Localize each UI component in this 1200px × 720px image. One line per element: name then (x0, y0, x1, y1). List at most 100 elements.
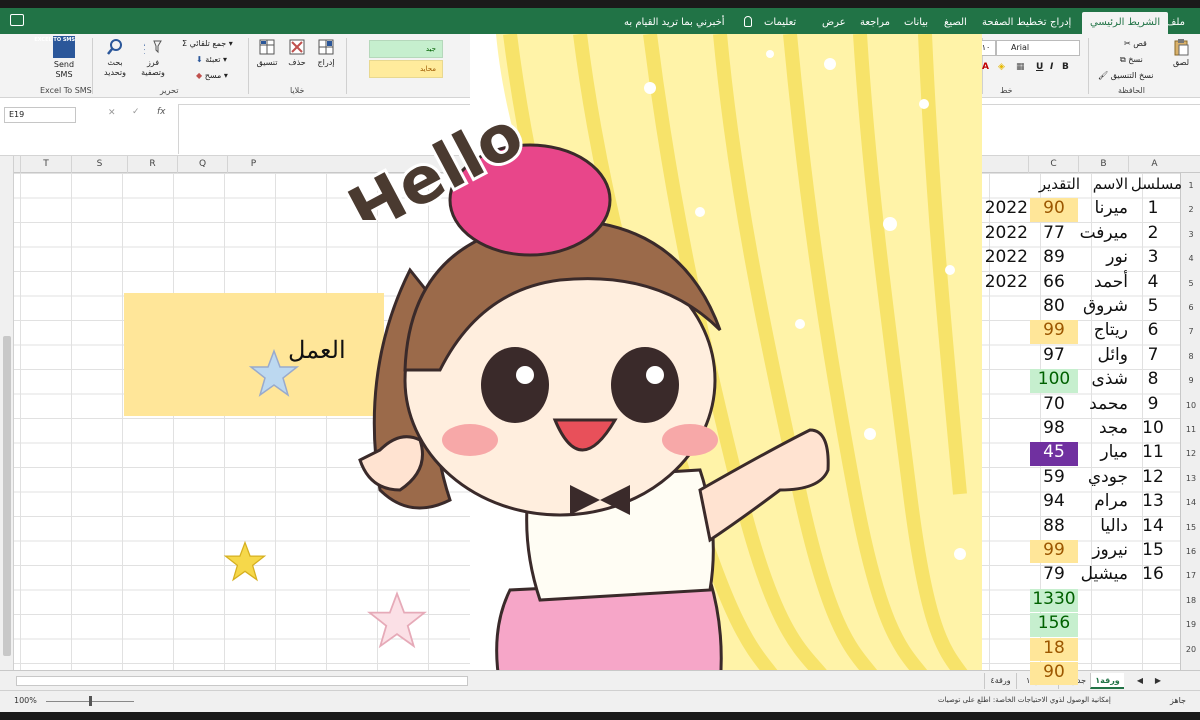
sort-filter-button[interactable]: AZ فرز وتصفية (136, 38, 170, 78)
enter-icon[interactable]: ✓ (132, 107, 140, 117)
row-number[interactable]: 13 (1181, 474, 1200, 483)
sheet-tab[interactable]: ورقة٤ (984, 673, 1016, 689)
grade-cell: 80 (1043, 296, 1065, 316)
cancel-icon[interactable]: ✕ (108, 108, 116, 118)
name-cell: ميرنا (1094, 198, 1128, 219)
comments-icon[interactable] (10, 14, 24, 26)
row-number[interactable]: 15 (1181, 523, 1200, 532)
row-number[interactable]: 9 (1181, 376, 1200, 385)
tab-file[interactable]: ملف (1166, 12, 1185, 34)
tab-data[interactable]: بيانات (904, 12, 928, 34)
column-header[interactable]: C (1028, 156, 1078, 173)
row-number[interactable]: 17 (1181, 571, 1200, 580)
serial-cell: 5 (1147, 296, 1159, 316)
column-header[interactable]: T (20, 156, 71, 173)
serial-cell: 1 (1147, 198, 1159, 219)
grade-cell: 99 (1043, 540, 1065, 560)
column-header[interactable]: B (1078, 156, 1128, 173)
accessibility-status[interactable]: إمكانية الوصول لذوي الاحتياجات الخاصة: ا… (938, 696, 1111, 704)
find-select-button[interactable]: بحث وتحديد (98, 38, 132, 78)
row-number[interactable]: 10 (1181, 401, 1200, 410)
yellow-star-icon (223, 540, 267, 582)
italic-button[interactable]: I (1050, 62, 1053, 72)
fill-color-icon[interactable]: ◈ (998, 62, 1005, 72)
row-number[interactable]: 7 (1181, 327, 1200, 336)
zoom-slider-thumb[interactable] (89, 696, 92, 706)
fill-button[interactable]: ▾ تعبئة ⬇ (196, 54, 227, 65)
row-number[interactable]: 4 (1181, 254, 1200, 263)
row-number[interactable]: 8 (1181, 352, 1200, 361)
clipboard-group-label: الحافظة (1118, 86, 1145, 95)
paste-button[interactable]: لصق (1166, 38, 1196, 68)
divider (92, 38, 93, 94)
row-number[interactable]: 19 (1181, 620, 1200, 629)
font-name-box[interactable]: Arial (996, 40, 1080, 56)
horizontal-scrollbar[interactable] (16, 676, 468, 686)
row-number[interactable]: 1 (1181, 181, 1200, 190)
tab-home[interactable]: الشريط الرئيسي (1082, 12, 1169, 34)
row-number[interactable]: 2 (1181, 205, 1200, 214)
autosum-button[interactable]: ▾ جمع تلقائي Σ (182, 38, 233, 49)
sms-group-label: Excel To SMS (40, 86, 92, 95)
insert-function-icon[interactable]: fx (157, 107, 166, 117)
blue-star-icon (248, 348, 300, 397)
tell-me-box[interactable]: أخبرني بما تريد القيام به (624, 12, 725, 34)
tab-formulas[interactable]: الصيغ (944, 12, 967, 34)
brush-icon: 🖌 (1098, 71, 1109, 80)
column-header[interactable]: P (227, 156, 279, 173)
row-number[interactable]: 11 (1181, 425, 1200, 434)
fill-down-icon: ⬇ (196, 55, 203, 64)
paste-label: لصق (1172, 58, 1190, 67)
column-header[interactable]: S (71, 156, 127, 173)
fill-label: تعبئة (205, 55, 221, 64)
copy-button[interactable]: نسخ ⧉ (1120, 54, 1143, 65)
tab-help[interactable]: تعليمات (764, 12, 796, 34)
hello-text: Hello (337, 98, 535, 220)
row-number[interactable]: 16 (1181, 547, 1200, 556)
tab-insert[interactable]: إدراج (1050, 12, 1071, 34)
underline-button[interactable]: U (1036, 62, 1043, 72)
editing-group-label: تحرير (160, 86, 179, 95)
clear-button[interactable]: ▾ مسح ◆ (196, 70, 228, 81)
format-cells-button[interactable]: تنسيق (252, 38, 282, 68)
delete-cells-button[interactable]: حذف (284, 38, 310, 68)
vertical-scrollbar[interactable] (0, 156, 14, 670)
status-bar: جاهز إمكانية الوصول لذوي الاحتياجات الخا… (0, 690, 1200, 712)
bold-button[interactable]: B (1062, 62, 1069, 72)
tab-view[interactable]: عرض (822, 12, 846, 34)
column-header[interactable]: A (1128, 156, 1180, 173)
tab-page-layout[interactable]: تخطيط الصفحة (982, 12, 1047, 34)
grade-cell: 77 (1043, 222, 1065, 243)
name-cell: شروق (1082, 296, 1128, 316)
column-header[interactable]: R (127, 156, 177, 173)
font-color-icon[interactable]: A (982, 62, 989, 72)
format-painter-button[interactable]: نسخ التنسيق 🖌 (1098, 70, 1153, 81)
row-number[interactable]: 6 (1181, 303, 1200, 312)
column-header[interactable]: Q (177, 156, 227, 173)
sheet-tab-active[interactable]: ورقة١ (1090, 673, 1124, 689)
row-number[interactable]: 20 (1181, 645, 1200, 654)
tab-review[interactable]: مراجعة (860, 12, 890, 34)
borders-icon[interactable]: ▦ (1016, 62, 1025, 72)
font-group-label: خط (1000, 86, 1013, 95)
row-number[interactable]: 18 (1181, 596, 1200, 605)
scrollbar-thumb[interactable] (3, 336, 11, 656)
delete-label: حذف (288, 58, 306, 67)
row-number[interactable]: 5 (1181, 279, 1200, 288)
cut-button[interactable]: قص ✂ (1124, 38, 1147, 49)
year-cell: 2022 (984, 271, 1028, 292)
divider (1088, 38, 1089, 94)
zoom-level[interactable]: 100% (14, 696, 37, 705)
name-cell: ميرفت (1079, 222, 1128, 243)
name-cell: داليا (1100, 515, 1128, 536)
tab-scroll-left-icon[interactable]: ◀ (1132, 673, 1148, 689)
name-box[interactable]: E19 (4, 107, 76, 123)
serial-cell: 6 (1147, 320, 1159, 341)
row-number[interactable]: 3 (1181, 230, 1200, 239)
row-number[interactable]: 14 (1181, 498, 1200, 507)
grade-cell: 99 (1043, 320, 1065, 341)
header-serial: مسلسل (1130, 175, 1182, 193)
send-sms-button[interactable]: EXCEL TO SMS Send SMS (34, 36, 84, 80)
row-number[interactable]: 12 (1181, 449, 1200, 458)
tab-scroll-right-icon[interactable]: ▶ (1150, 673, 1166, 689)
